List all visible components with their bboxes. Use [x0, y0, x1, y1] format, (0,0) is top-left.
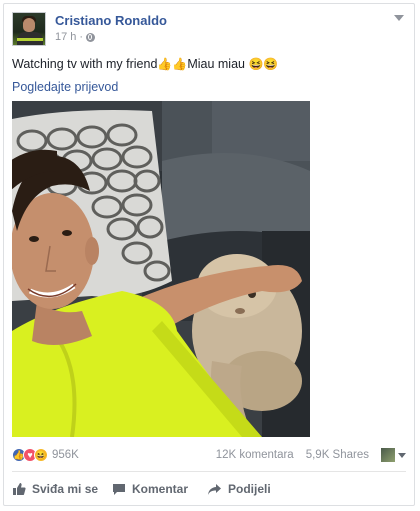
- post-text-main: Watching tv with my friend: [12, 57, 158, 71]
- post-time[interactable]: 17 h: [55, 31, 76, 43]
- see-translation-link[interactable]: Pogledajte prijevod: [12, 80, 118, 94]
- like-label: Sviđa mi se: [32, 482, 99, 496]
- author-avatar[interactable]: [12, 12, 46, 46]
- chevron-down-icon[interactable]: [394, 15, 404, 21]
- thumbs-up-emoji: 👍👍: [157, 57, 188, 71]
- post-text-after: Miau miau: [187, 57, 245, 71]
- haha-reaction-icon: 😆: [34, 448, 48, 462]
- post-stats: 👍 ♥ 😆 956K 12K komentara 5,9K Shares: [12, 448, 406, 466]
- action-bar: Sviđa mi se Komentar Podijeli: [12, 478, 406, 500]
- post-photo[interactable]: [12, 101, 310, 437]
- author-name[interactable]: Cristiano Ronaldo: [55, 13, 167, 28]
- page-avatar-selector[interactable]: [381, 448, 406, 462]
- share-label: Podijeli: [228, 482, 271, 496]
- meta-separator: ·: [79, 31, 84, 43]
- photo-illustration: [12, 101, 310, 437]
- comment-button[interactable]: Komentar: [112, 478, 207, 500]
- post-text: Watching tv with my friend👍👍Miau miau 😆😆: [12, 57, 278, 71]
- divider: [12, 471, 406, 472]
- reactions-summary[interactable]: 👍 ♥ 😆 956K: [12, 448, 79, 462]
- grinning-emoji: 😆😆: [248, 57, 279, 71]
- comment-label: Komentar: [132, 482, 189, 496]
- post-meta: 17 h ·: [55, 31, 96, 43]
- shares-count[interactable]: 5,9K Shares: [306, 449, 369, 461]
- page-avatar-icon: [381, 448, 395, 462]
- engagement-stats: 12K komentara 5,9K Shares: [216, 448, 406, 462]
- comment-icon: [113, 483, 125, 495]
- share-button[interactable]: Podijeli: [207, 478, 271, 500]
- like-button[interactable]: Sviđa mi se: [12, 478, 112, 500]
- reactions-count[interactable]: 956K: [52, 449, 79, 461]
- comments-count[interactable]: 12K komentara: [216, 449, 294, 461]
- share-icon: [208, 483, 221, 495]
- like-icon: [13, 483, 26, 496]
- caret-down-icon: [398, 452, 406, 458]
- post-header: Cristiano Ronaldo 17 h ·: [12, 12, 406, 48]
- globe-icon: [86, 32, 96, 42]
- post-card: Cristiano Ronaldo 17 h · Watching tv wit…: [3, 3, 415, 506]
